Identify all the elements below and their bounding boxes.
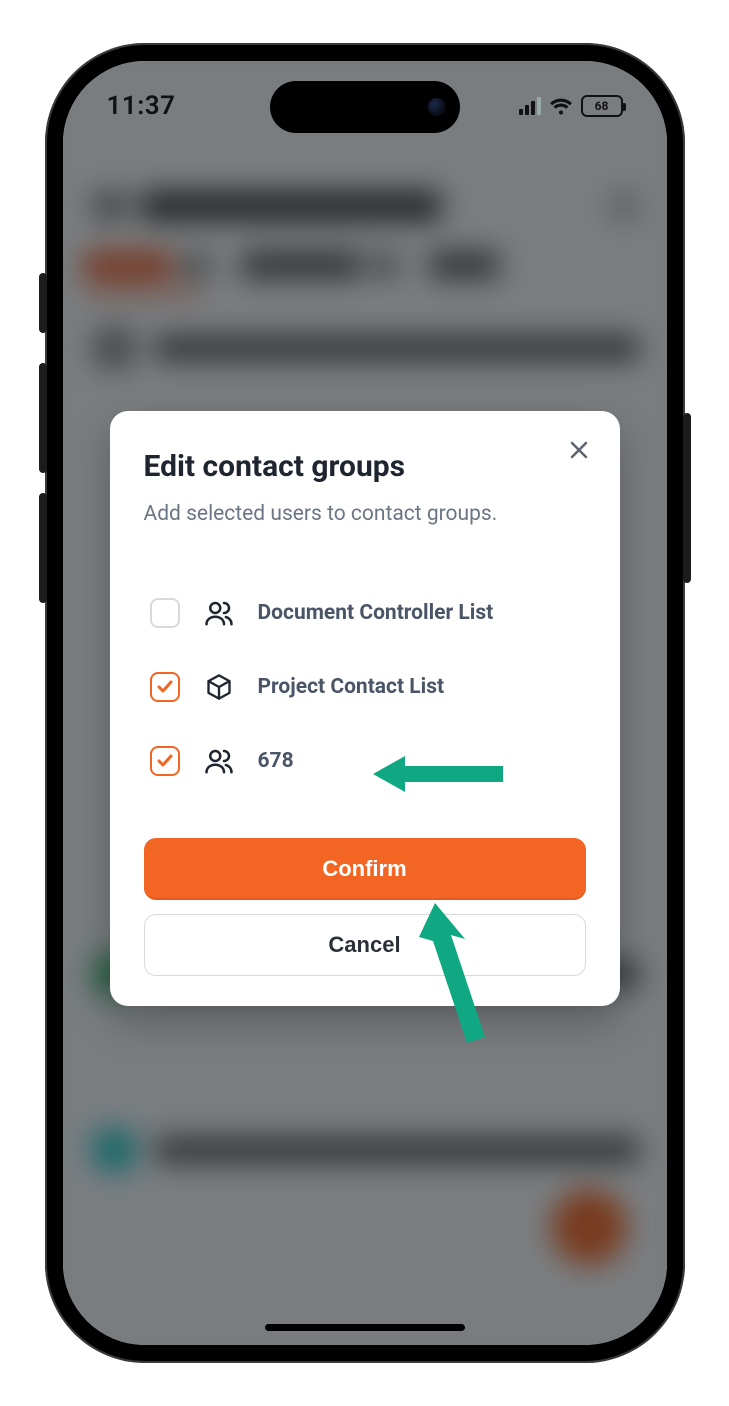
users-icon [202, 744, 236, 778]
checkbox-678[interactable] [150, 746, 180, 776]
dynamic-island [270, 81, 460, 133]
phone-frame: 11:37 68 [45, 43, 685, 1363]
checkbox-project-contact[interactable] [150, 672, 180, 702]
home-indicator[interactable] [265, 1324, 465, 1331]
close-icon [568, 439, 590, 461]
close-button[interactable] [564, 435, 594, 465]
battery-indicator: 68 [581, 95, 623, 117]
group-label: Project Contact List [258, 675, 445, 699]
dialog-title: Edit contact groups [144, 449, 586, 484]
checkbox-document-controller[interactable] [150, 598, 180, 628]
group-row-document-controller[interactable]: Document Controller List [144, 576, 586, 650]
dialog-actions: Confirm Cancel [144, 838, 586, 976]
group-row-678[interactable]: 678 [144, 724, 586, 798]
phone-volume-up [39, 363, 47, 473]
edit-contact-groups-dialog: Edit contact groups Add selected users t… [110, 411, 620, 1006]
wifi-icon [549, 96, 573, 116]
confirm-button[interactable]: Confirm [144, 838, 586, 900]
dialog-subtitle: Add selected users to contact groups. [144, 502, 586, 526]
battery-percent: 68 [595, 99, 609, 113]
users-icon [202, 596, 236, 630]
cancel-button[interactable]: Cancel [144, 914, 586, 976]
front-camera [428, 98, 446, 116]
phone-side-button [39, 273, 47, 333]
status-time: 11:37 [107, 91, 176, 121]
group-row-project-contact[interactable]: Project Contact List [144, 650, 586, 724]
cube-icon [202, 670, 236, 704]
phone-power-button [683, 413, 691, 583]
phone-volume-down [39, 493, 47, 603]
group-list: Document Controller List Project Contact… [144, 576, 586, 798]
cellular-icon [519, 97, 541, 115]
group-label: 678 [258, 749, 294, 773]
group-label: Document Controller List [258, 601, 494, 625]
phone-screen: 11:37 68 [63, 61, 667, 1345]
